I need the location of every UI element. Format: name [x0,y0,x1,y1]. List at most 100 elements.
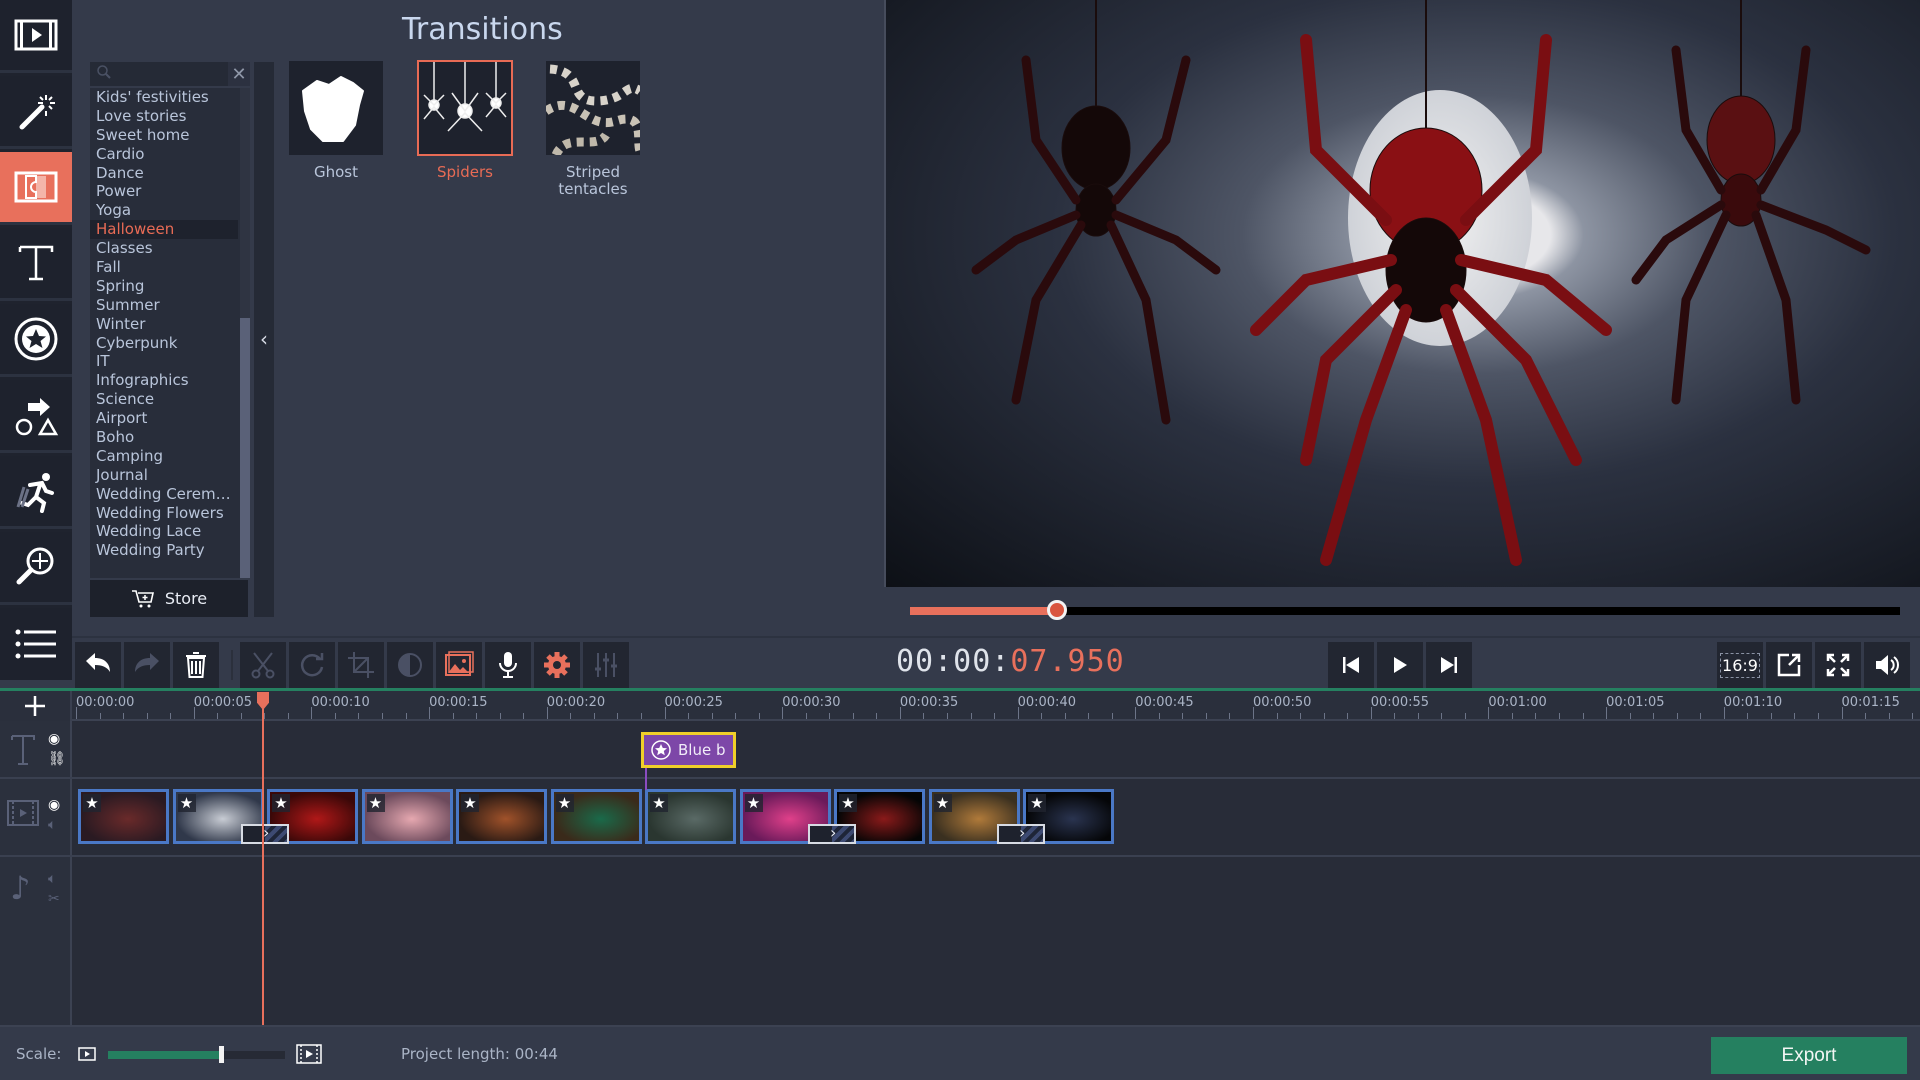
ruler-tick [287,713,289,719]
text-track-link-toggle[interactable]: ⛓ [48,751,66,767]
equalizer-button[interactable] [583,642,629,688]
sidebar-item-pan-zoom[interactable] [0,532,72,605]
add-track-button[interactable] [0,691,72,721]
shapes-arrow-icon [15,398,59,436]
sidebar-item-filters[interactable] [0,76,72,149]
category-item[interactable]: Sweet home [90,126,238,145]
seek-bar[interactable] [910,600,1900,620]
transition-thumb-ghost[interactable] [289,61,383,155]
playhead[interactable] [262,693,264,1025]
sidebar-item-titles[interactable] [0,228,72,301]
video-track-mute-toggle[interactable]: 🔈︎ [48,817,56,833]
category-item[interactable]: Kids' festivities [90,88,238,107]
category-item[interactable]: Power [90,182,238,201]
ruler-tick [805,713,807,719]
detach-preview-button[interactable] [1766,642,1812,688]
play-button[interactable] [1377,642,1423,688]
sidebar-item-animation[interactable] [0,456,72,529]
sidebar-item-stickers[interactable] [0,304,72,377]
transition-thumb-striped-tentacles[interactable] [543,61,645,158]
sidebar-item-transitions[interactable] [0,152,72,225]
next-frame-button[interactable] [1426,642,1472,688]
scale-slider-handle[interactable] [219,1046,225,1063]
video-clip[interactable]: ★ [78,789,169,844]
category-item[interactable]: Winter [90,315,238,334]
title-clip[interactable]: Blue b [641,732,736,768]
audio-track-unlink-toggle[interactable]: ✂ [48,891,60,907]
category-item[interactable]: Cyberpunk [90,334,238,353]
edit-toolbar [72,636,884,688]
category-item[interactable]: Boho [90,428,238,447]
sidebar-item-callouts[interactable] [0,380,72,453]
video-clip[interactable]: ★ [645,789,736,844]
zoom-in-film-icon[interactable] [296,1044,322,1064]
insert-image-button[interactable] [436,642,482,688]
crop-button[interactable] [338,642,384,688]
audio-track-mute-toggle[interactable]: 🔈︎ [48,871,56,887]
video-track-visibility-toggle[interactable]: ◉ [48,797,60,813]
export-button[interactable]: Export [1711,1037,1907,1074]
color-adjust-button[interactable] [387,642,433,688]
video-preview[interactable] [884,0,1920,587]
category-item[interactable]: Love stories [90,107,238,126]
transition-marker[interactable]: › [808,823,856,844]
category-item[interactable]: Wedding Lace [90,522,238,541]
ruler-tick [899,707,901,719]
undo-button[interactable] [75,642,121,688]
text-track-visibility-toggle[interactable]: ◉ [48,731,60,747]
category-scrollbar[interactable] [240,88,250,578]
category-item[interactable]: Wedding Flowers [90,504,238,523]
aspect-ratio-button[interactable]: 16:9 [1717,642,1763,688]
category-item[interactable]: Camping [90,447,238,466]
delete-button[interactable] [173,642,219,688]
undo-icon [86,653,110,672]
ruler-tick [1653,713,1655,719]
clear-search-button[interactable]: ✕ [228,62,250,86]
transition-marker[interactable]: › [997,823,1045,844]
redo-button[interactable] [124,642,170,688]
settings-button[interactable] [534,642,580,688]
ruler-tick [1064,713,1066,719]
record-audio-button[interactable] [485,642,531,688]
category-item[interactable]: Classes [90,239,238,258]
previous-frame-button[interactable] [1328,642,1374,688]
timeline-tracks[interactable] [72,721,1920,1025]
category-item[interactable]: Wedding Party [90,541,238,560]
sidebar-item-more[interactable] [0,608,72,680]
zoom-out-film-icon[interactable] [78,1047,96,1061]
scale-slider[interactable] [108,1046,285,1063]
category-item[interactable]: Summer [90,296,238,315]
gear-icon [544,652,570,678]
transition-thumb-spiders[interactable] [417,60,513,156]
category-item[interactable]: IT [90,352,238,371]
video-clip[interactable]: ★ [456,789,547,844]
category-item[interactable]: Journal [90,466,238,485]
category-item[interactable]: Yoga [90,201,238,220]
seek-bar-handle[interactable] [1046,600,1067,620]
ruler-tick [405,713,407,719]
tick-label: 00:00:25 [664,695,723,710]
scrollbar-thumb[interactable] [240,318,250,578]
video-clip[interactable]: ★ [550,789,642,844]
category-item[interactable]: Cardio [90,145,238,164]
fullscreen-button[interactable] [1815,642,1861,688]
category-item[interactable]: Wedding Ceremo... [90,485,238,504]
category-item[interactable]: Halloween [90,220,238,240]
timeline-ruler[interactable]: 00:00:00 00:00:05 00:00:10 00:00:15 00:00:20… [72,691,1920,721]
category-search-input[interactable]: ✕ [90,62,250,86]
category-item[interactable]: Airport [90,409,238,428]
video-clip[interactable]: ★ [361,789,453,844]
rotate-button[interactable] [289,642,335,688]
category-item[interactable]: Infographics [90,371,238,390]
cut-button[interactable] [240,642,286,688]
sidebar-item-import[interactable] [0,0,72,73]
category-item[interactable]: Science [90,390,238,409]
category-item[interactable]: Spring [90,277,238,296]
transition-marker[interactable]: › [241,823,289,844]
volume-button[interactable] [1864,642,1910,688]
left-sidebar [0,0,72,680]
category-item[interactable]: Fall [90,258,238,277]
store-button[interactable]: Store [90,580,248,617]
collapse-panel-button[interactable]: ‹ [254,324,274,354]
category-item[interactable]: Dance [90,164,238,183]
